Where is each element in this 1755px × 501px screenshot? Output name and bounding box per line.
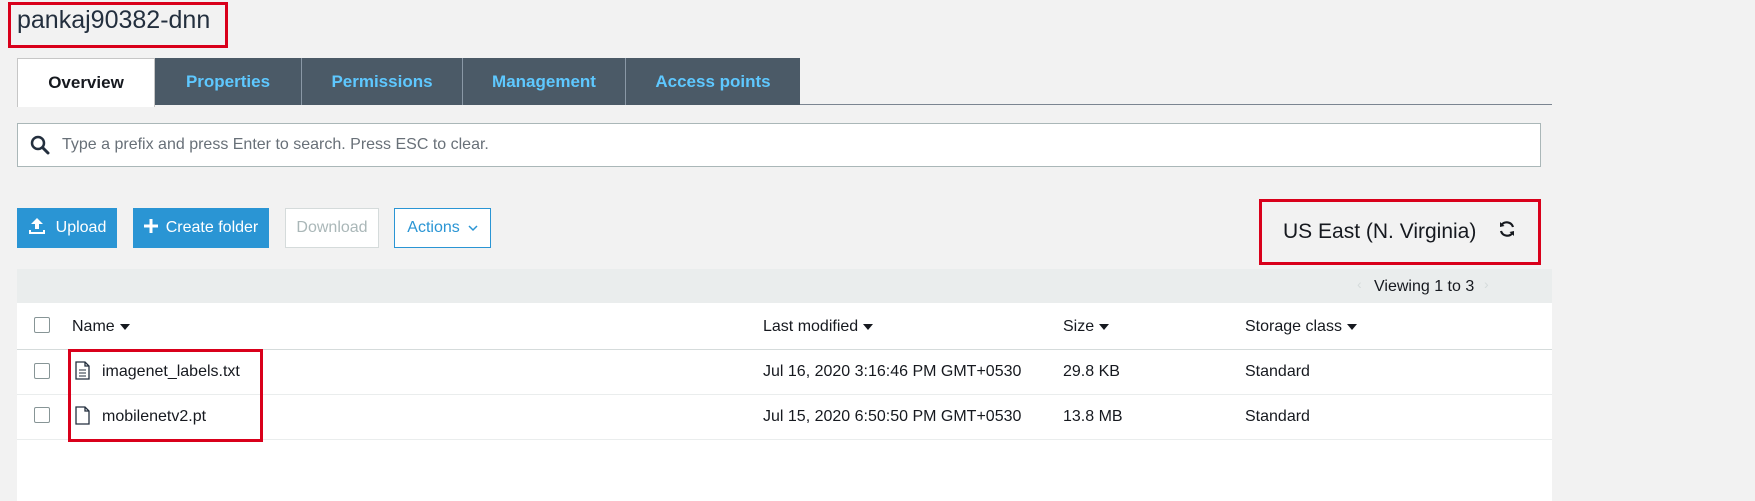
column-header-storage-class[interactable]: Storage class [1245, 318, 1357, 336]
column-header-size[interactable]: Size [1063, 318, 1110, 336]
tab-management[interactable]: Management [463, 58, 626, 105]
pagination-bar [17, 269, 1552, 303]
tab-properties[interactable]: Properties [155, 58, 302, 105]
tab-overview[interactable]: Overview [17, 58, 155, 107]
last-modified-cell: Jul 15, 2020 6:50:50 PM GMT+0530 [763, 408, 1022, 425]
plus-icon [143, 218, 158, 238]
search-icon [18, 135, 62, 155]
upload-button[interactable]: Upload [17, 208, 117, 248]
column-header-last-modified[interactable]: Last modified [763, 318, 874, 336]
actions-dropdown[interactable]: Actions [394, 208, 491, 248]
search-bar[interactable]: Type a prefix and press Enter to search.… [17, 123, 1541, 167]
column-header-label: Size [1063, 318, 1095, 335]
sort-caret-icon [1346, 324, 1357, 330]
storage-class-cell: Standard [1245, 408, 1310, 425]
region-label: US East (N. Virginia) [1283, 220, 1477, 243]
size-cell: 13.8 MB [1063, 408, 1123, 425]
download-button[interactable]: Download [285, 208, 379, 248]
tab-access-points[interactable]: Access points [626, 58, 800, 105]
last-modified-cell: Jul 16, 2020 3:16:46 PM GMT+0530 [763, 363, 1022, 380]
tab-permissions[interactable]: Permissions [302, 58, 463, 105]
row-checkbox[interactable] [34, 363, 50, 379]
chevron-down-icon [468, 219, 478, 237]
upload-icon [28, 217, 46, 240]
column-header-label: Name [72, 318, 115, 335]
column-header-label: Storage class [1245, 318, 1342, 335]
create-folder-button[interactable]: Create folder [133, 208, 269, 248]
region-selector: US East (N. Virginia) [1259, 199, 1541, 265]
sort-caret-icon [1099, 324, 1110, 330]
storage-class-cell: Standard [1245, 363, 1310, 380]
highlight-box-files [68, 349, 263, 442]
column-header-name[interactable]: Name [72, 318, 130, 336]
pagination-status: Viewing 1 to 3 [1374, 278, 1475, 295]
column-header-label: Last modified [763, 318, 859, 335]
sort-caret-icon [863, 324, 874, 330]
chevron-left-icon[interactable]: ‹ [1357, 276, 1362, 292]
create-folder-label: Create folder [165, 219, 259, 236]
page-title: pankaj90382-dnn [17, 6, 211, 34]
size-cell: 29.8 KB [1063, 363, 1120, 380]
select-all-checkbox[interactable] [34, 317, 50, 333]
search-input[interactable]: Type a prefix and press Enter to search.… [62, 136, 489, 154]
row-checkbox[interactable] [34, 407, 50, 423]
sort-caret-icon [119, 324, 130, 330]
upload-label: Upload [55, 219, 107, 236]
actions-label: Actions [407, 219, 460, 236]
chevron-right-icon[interactable]: › [1484, 276, 1489, 292]
refresh-icon[interactable] [1498, 220, 1516, 244]
